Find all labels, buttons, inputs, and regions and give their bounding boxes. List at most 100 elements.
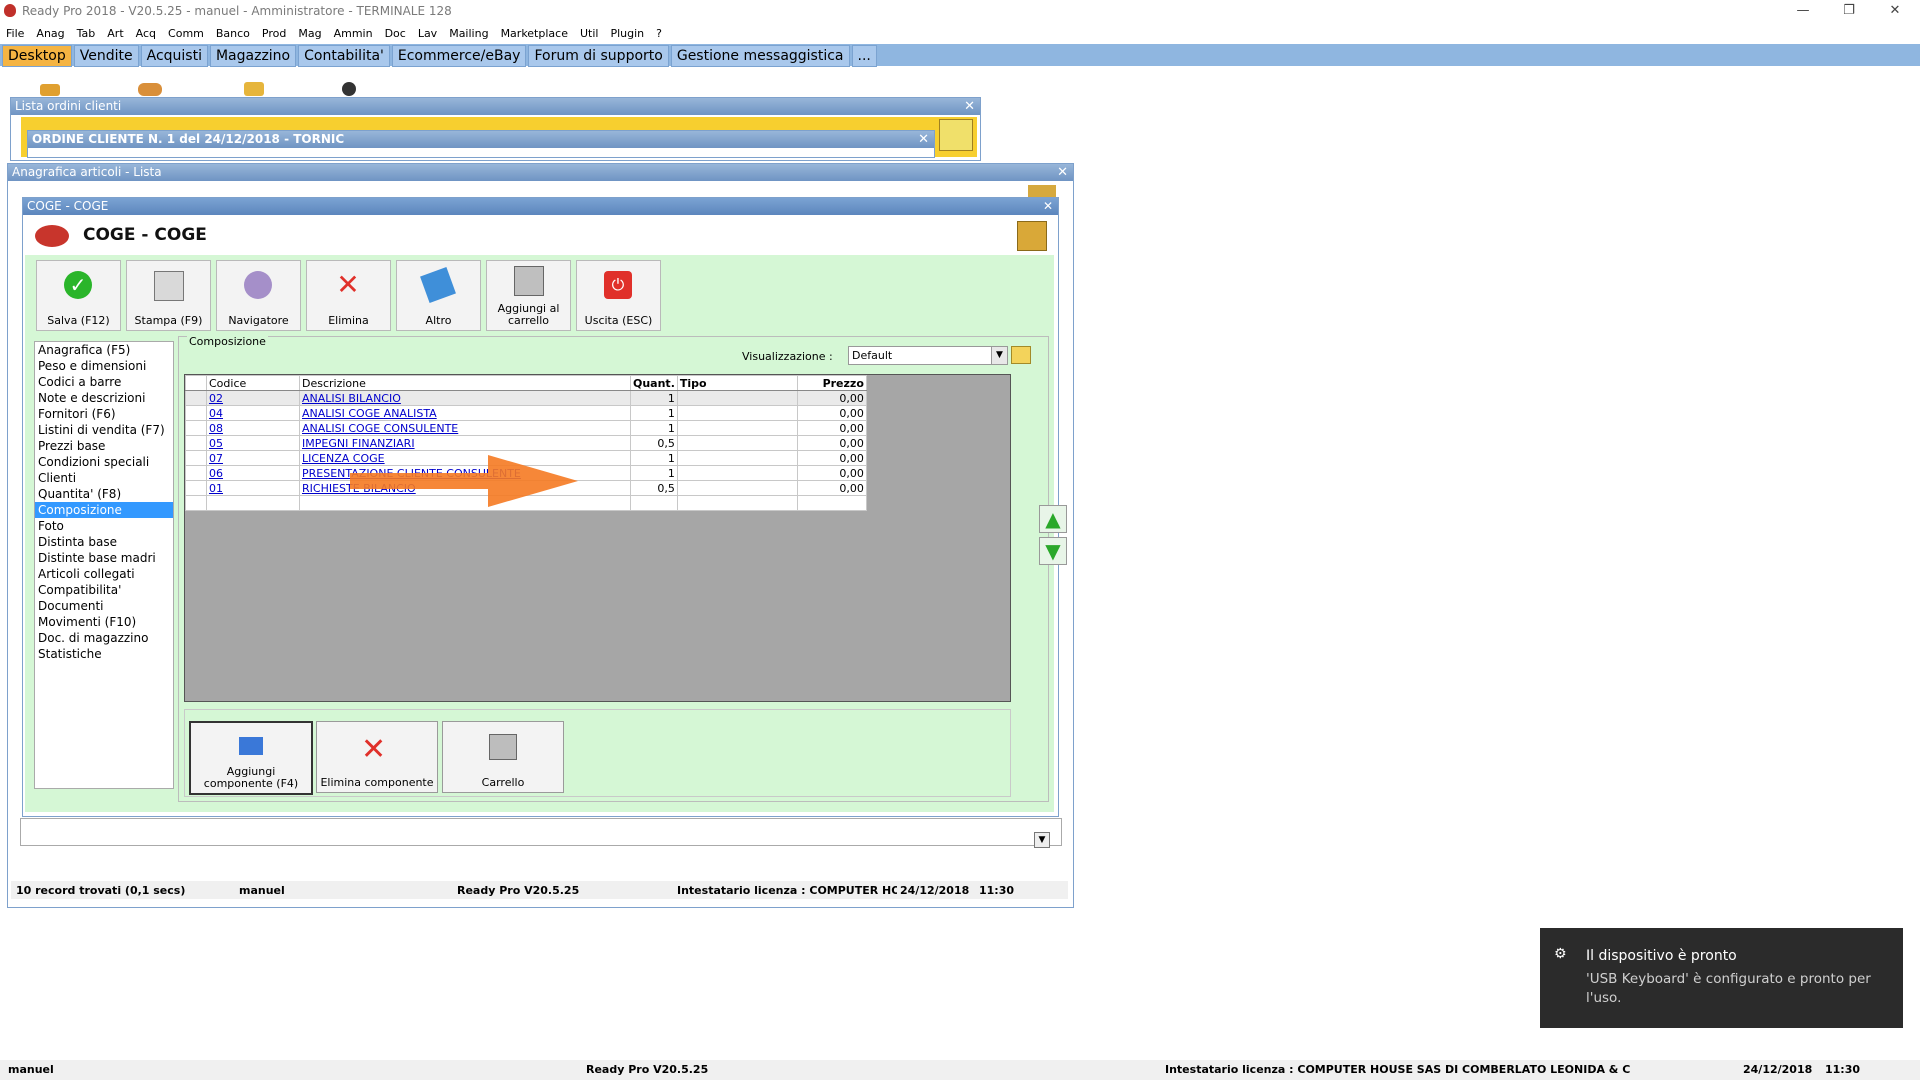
nav-item[interactable]: Compatibilita' [35, 582, 173, 598]
cell-prezzo[interactable]: 0,00 [796, 465, 867, 481]
desktop-icon-3[interactable] [244, 82, 264, 96]
cell-tipo[interactable] [676, 420, 798, 436]
desktop-icon-4[interactable] [342, 82, 356, 96]
cell-codice[interactable]: 02 [206, 390, 300, 406]
nav-item[interactable]: Statistiche [35, 646, 173, 662]
menu-anag[interactable]: Anag [30, 24, 70, 44]
nav-item[interactable]: Anagrafica (F5) [35, 342, 173, 358]
cell-codice[interactable]: 01 [206, 480, 300, 496]
visualizzazione-select[interactable]: Default ▼ [848, 346, 1008, 365]
menu-lav[interactable]: Lav [412, 24, 443, 44]
col-prezzo[interactable]: Prezzo [796, 375, 867, 391]
nav-item[interactable]: Movimenti (F10) [35, 614, 173, 630]
cell-tipo[interactable] [676, 390, 798, 406]
nav-item[interactable]: Condizioni speciali [35, 454, 173, 470]
nav-item[interactable]: Foto [35, 518, 173, 534]
cell-empty[interactable] [206, 495, 300, 511]
cell-codice[interactable]: 06 [206, 465, 300, 481]
close-icon[interactable]: ✕ [964, 98, 975, 115]
cell-quant[interactable]: 1 [630, 450, 678, 466]
cell-prezzo[interactable]: 0,00 [796, 390, 867, 406]
save-button[interactable]: ✓ Salva (F12) [36, 260, 121, 331]
nav-item[interactable]: Distinte base madri [35, 550, 173, 566]
exit-button[interactable]: ⏻ Uscita (ESC) [576, 260, 661, 331]
cell-descrizione[interactable]: ANALISI BILANCIO [299, 390, 631, 406]
nav-item[interactable]: Articoli collegati [35, 566, 173, 582]
cell-prezzo[interactable]: 0,00 [796, 420, 867, 436]
menu-prod[interactable]: Prod [256, 24, 292, 44]
cell-prezzo[interactable]: 0,00 [796, 450, 867, 466]
menu-art[interactable]: Art [101, 24, 129, 44]
menu-comm[interactable]: Comm [162, 24, 210, 44]
cell-prezzo[interactable]: 0,00 [796, 405, 867, 421]
col-descrizione[interactable]: Descrizione [299, 375, 631, 391]
cell-tipo[interactable] [676, 465, 798, 481]
close-icon[interactable]: ✕ [1043, 198, 1053, 215]
table-row[interactable]: 08 ANALISI COGE CONSULENTE 1 0,00 [185, 420, 867, 436]
delete-button[interactable]: ✕ Elimina [306, 260, 391, 331]
menu-acq[interactable]: Acq [130, 24, 162, 44]
folder-icon[interactable] [1011, 346, 1031, 364]
menu-file[interactable]: File [0, 24, 30, 44]
cell-descrizione[interactable]: ANALISI COGE ANALISTA [299, 405, 631, 421]
col-quant[interactable]: Quant. [630, 375, 678, 391]
tab-forum[interactable]: Forum di supporto [528, 45, 669, 67]
table-row[interactable]: 04 ANALISI COGE ANALISTA 1 0,00 [185, 405, 867, 421]
menu-ammin[interactable]: Ammin [328, 24, 379, 44]
tab-more[interactable]: ... [851, 45, 877, 67]
nav-item[interactable]: Codici a barre [35, 374, 173, 390]
close-icon[interactable]: ✕ [918, 131, 929, 148]
cart-button[interactable]: Carrello [442, 721, 564, 793]
nav-item[interactable]: Listini di vendita (F7) [35, 422, 173, 438]
tab-acquisti[interactable]: Acquisti [140, 45, 208, 67]
desktop-icon-1[interactable] [40, 84, 60, 96]
move-down-button[interactable]: ▼ [1039, 537, 1067, 565]
cell-quant[interactable]: 1 [630, 405, 678, 421]
nav-item-selected[interactable]: Composizione [35, 502, 173, 518]
cell-empty[interactable] [676, 495, 798, 511]
dropdown-arrow-icon[interactable]: ▼ [1034, 832, 1050, 848]
tab-vendite[interactable]: Vendite [73, 45, 139, 67]
tab-ecommerce[interactable]: Ecommerce/eBay [391, 45, 527, 67]
delete-component-button[interactable]: ✕ Elimina componente [316, 721, 438, 793]
cell-tipo[interactable] [676, 450, 798, 466]
add-to-cart-button[interactable]: Aggiungi al carrello [486, 260, 571, 331]
cell-descrizione[interactable]: IMPEGNI FINANZIARI [299, 435, 631, 451]
col-codice[interactable]: Codice [206, 375, 300, 391]
cell-codice[interactable]: 07 [206, 450, 300, 466]
close-icon[interactable]: ✕ [1057, 164, 1068, 181]
cell-quant[interactable]: 0,5 [630, 435, 678, 451]
menu-marketplace[interactable]: Marketplace [495, 24, 574, 44]
cell-tipo[interactable] [676, 435, 798, 451]
cell-quant[interactable]: 1 [630, 390, 678, 406]
menu-plugin[interactable]: Plugin [604, 24, 650, 44]
cell-prezzo[interactable]: 0,00 [796, 480, 867, 496]
nav-item[interactable]: Note e descrizioni [35, 390, 173, 406]
cell-codice[interactable]: 05 [206, 435, 300, 451]
desktop-icon-2[interactable] [138, 83, 162, 96]
nav-item[interactable]: Quantita' (F8) [35, 486, 173, 502]
menu-util[interactable]: Util [574, 24, 604, 44]
table-row[interactable]: 05 IMPEGNI FINANZIARI 0,5 0,00 [185, 435, 867, 451]
cell-prezzo[interactable]: 0,00 [796, 435, 867, 451]
cell-empty[interactable] [796, 495, 867, 511]
close-window-button[interactable]: ✕ [1872, 0, 1918, 22]
menu-mailing[interactable]: Mailing [443, 24, 494, 44]
cell-codice[interactable]: 04 [206, 405, 300, 421]
menu-doc[interactable]: Doc [379, 24, 412, 44]
nav-item[interactable]: Distinta base [35, 534, 173, 550]
add-component-button[interactable]: Aggiungi componente (F4) [189, 721, 313, 795]
tab-messaggistica[interactable]: Gestione messaggistica [670, 45, 850, 67]
nav-item[interactable]: Clienti [35, 470, 173, 486]
nav-item[interactable]: Fornitori (F6) [35, 406, 173, 422]
cell-quant[interactable]: 1 [630, 420, 678, 436]
menu-banco[interactable]: Banco [210, 24, 256, 44]
altro-button[interactable]: Altro [396, 260, 481, 331]
col-tipo[interactable]: Tipo [676, 375, 798, 391]
device-ready-toast[interactable]: ⚙ Il dispositivo è pronto 'USB Keyboard'… [1540, 928, 1903, 1028]
nav-item[interactable]: Prezzi base [35, 438, 173, 454]
cell-quant[interactable]: 0,5 [630, 480, 678, 496]
print-button[interactable]: Stampa (F9) [126, 260, 211, 331]
move-up-button[interactable]: ▲ [1039, 505, 1067, 533]
tab-contabilita[interactable]: Contabilita' [298, 45, 390, 67]
